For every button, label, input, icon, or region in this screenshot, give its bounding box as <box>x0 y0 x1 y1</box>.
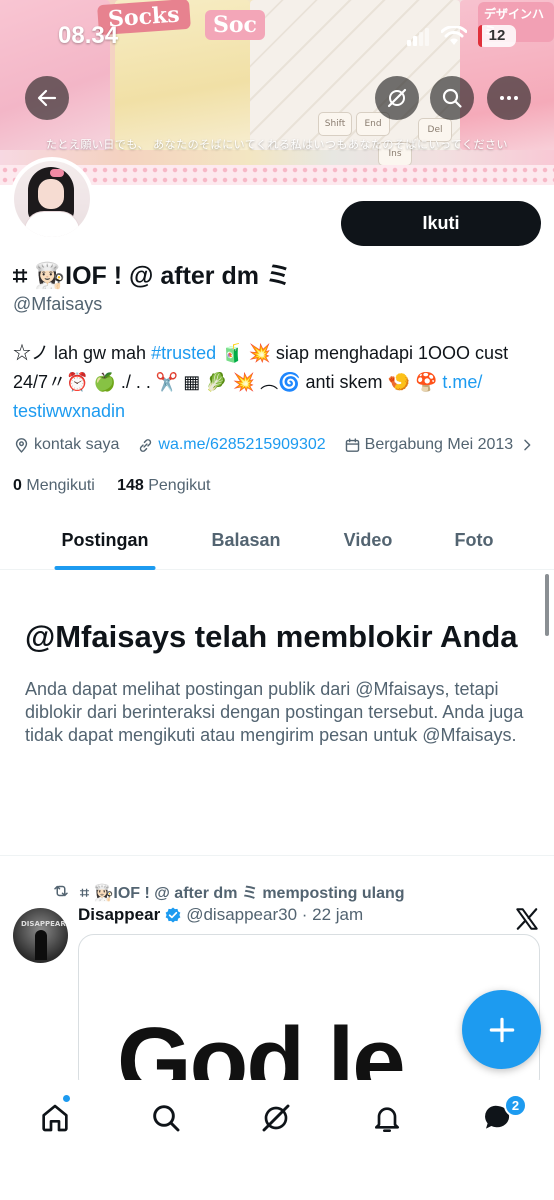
profile-tabs: Postingan Balasan Video Foto <box>0 510 554 570</box>
more-options-button[interactable] <box>487 76 531 120</box>
post-author-name[interactable]: Disappear <box>78 905 160 925</box>
status-bar: 08.34 12 <box>0 22 554 56</box>
profile-avatar[interactable] <box>10 157 94 241</box>
profile-bio: ☆ノ lah gw mah #trusted 🧃 💥 siap menghada… <box>13 339 543 426</box>
joined-item: Bergabung Mei 2013 <box>344 436 514 454</box>
nav-grok[interactable] <box>256 1098 296 1138</box>
bottom-navigation <box>0 1080 554 1200</box>
blocked-notice: @Mfaisays telah memblokir Anda Anda dapa… <box>25 616 525 747</box>
website-link[interactable]: wa.me/6285215909302 <box>158 436 325 454</box>
section-divider <box>0 855 554 856</box>
followers-label: Pengikut <box>148 477 211 494</box>
location-item: kontak saya <box>13 436 119 454</box>
back-button[interactable] <box>25 76 69 120</box>
follow-button[interactable]: Ikuti <box>341 201 541 246</box>
wifi-icon <box>441 26 467 45</box>
battery-percent: 12 <box>488 27 506 44</box>
grok-icon <box>387 88 407 108</box>
joined-text: Bergabung Mei 2013 <box>364 436 514 453</box>
avatar-bow <box>50 169 64 177</box>
plus-icon <box>489 1017 514 1042</box>
avatar-caption: DISAPPEAR <box>21 920 66 928</box>
battery-indicator: 12 <box>478 25 516 47</box>
blocked-body: Anda dapat melihat postingan publik dari… <box>25 679 524 745</box>
calendar-icon <box>345 437 359 452</box>
profile-handle: @Mfaisays <box>13 294 103 314</box>
banner-key: Shift <box>318 112 352 136</box>
search-icon <box>153 1105 180 1132</box>
tab-label: Postingan <box>61 529 149 550</box>
bell-icon <box>375 1107 399 1132</box>
tab-foto[interactable]: Foto <box>454 510 494 570</box>
following-label: Mengikuti <box>26 477 95 494</box>
following-count: 0 <box>13 477 22 494</box>
grok-icon <box>262 1104 290 1132</box>
avatar-figure <box>35 930 47 960</box>
location-pin-icon <box>15 437 28 453</box>
repost-icon <box>54 885 68 897</box>
blocked-title: @Mfaisays telah memblokir Anda <box>25 619 518 654</box>
active-tab-indicator <box>54 566 156 570</box>
cellular-signal-icon <box>407 28 429 46</box>
search-button[interactable] <box>430 76 474 120</box>
link-icon <box>140 438 152 452</box>
location-text: kontak saya <box>34 436 120 453</box>
following-link[interactable]: 0 Mengikuti <box>13 477 95 494</box>
x-logo-icon <box>516 908 538 930</box>
tab-label: Balasan <box>211 529 281 550</box>
home-notification-dot <box>62 1094 71 1103</box>
post-author-meta: @disappear30 · 22 jam <box>186 905 364 924</box>
tab-label: Foto <box>454 529 494 550</box>
follow-counts: 0 Mengikuti 148 Pengikut <box>13 477 211 495</box>
profile-display-name: ⌗ 👩🏻‍🍳IOF ! @ after dm ミ <box>13 262 291 290</box>
home-icon <box>42 1104 68 1132</box>
banner-caption: たとえ願い日でも、 あなたのそばにいてくれる私はいつもあなたのそばにいってくださ… <box>45 138 509 151</box>
bio-text: ☆ノ lah gw mah <box>13 343 152 363</box>
profile-meta: kontak saya wa.me/6285215909302 Bergabun… <box>13 434 553 456</box>
verified-badge-icon <box>165 907 181 923</box>
battery-level <box>478 25 482 47</box>
grok-button[interactable] <box>375 76 419 120</box>
avatar-body <box>24 211 80 237</box>
arrow-left-icon <box>37 89 57 107</box>
scrollbar-thumb[interactable] <box>545 574 549 636</box>
tab-video[interactable]: Video <box>282 510 454 570</box>
search-icon <box>442 88 462 108</box>
followers-link[interactable]: 148 Pengikut <box>117 477 210 494</box>
tab-balasan[interactable]: Balasan <box>210 510 282 570</box>
nav-home[interactable] <box>35 1098 75 1138</box>
messages-badge: 2 <box>504 1094 527 1117</box>
tab-postingan[interactable]: Postingan <box>0 510 210 570</box>
compose-post-button[interactable] <box>462 990 541 1069</box>
post-author-avatar[interactable]: DISAPPEAR <box>13 908 68 963</box>
avatar-face <box>38 179 64 209</box>
chevron-right-icon[interactable] <box>519 437 535 453</box>
post-header: Disappear @disappear30 · 22 jam <box>78 905 363 925</box>
more-horizontal-icon <box>500 96 518 100</box>
tab-label: Video <box>343 529 393 550</box>
repost-text: ⌗ 👩🏻‍🍳IOF ! @ after dm ミ memposting ulan… <box>80 885 405 902</box>
status-time: 08.34 <box>58 22 119 49</box>
nav-explore[interactable] <box>146 1098 186 1138</box>
repost-indicator[interactable]: ⌗ 👩🏻‍🍳IOF ! @ after dm ミ memposting ulan… <box>52 879 405 903</box>
followers-count: 148 <box>117 477 144 494</box>
avatar-image <box>14 161 90 237</box>
website-item[interactable]: wa.me/6285215909302 <box>137 436 326 454</box>
nav-notifications[interactable] <box>367 1098 407 1138</box>
bio-hashtag-link[interactable]: #trusted <box>151 343 216 363</box>
